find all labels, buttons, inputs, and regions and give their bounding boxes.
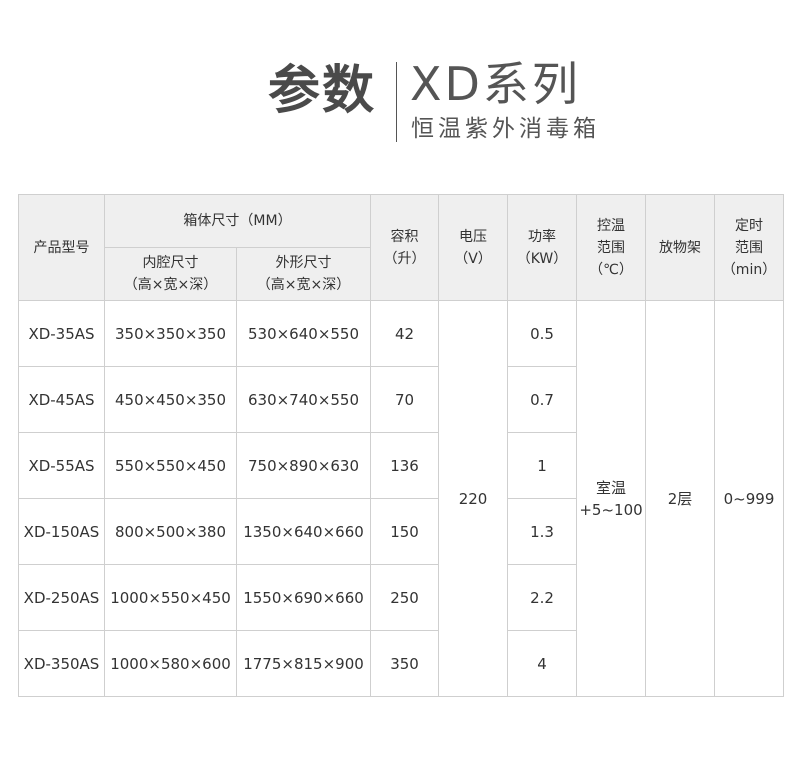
header-shelf: 放物架 xyxy=(645,194,716,301)
header-temp-line1: 控温 xyxy=(597,217,626,234)
cell-voltage: 220 xyxy=(438,300,509,697)
cell-model: XD-350AS xyxy=(18,630,105,697)
cell-inner: 550×550×450 xyxy=(104,432,237,499)
cell-inner: 1000×550×450 xyxy=(104,564,237,631)
header-temp-line2: 范围 xyxy=(597,239,626,256)
cell-model: XD-55AS xyxy=(18,432,105,499)
cell-model: XD-35AS xyxy=(18,300,105,367)
cell-outer: 1550×690×660 xyxy=(235,564,372,631)
title-divider xyxy=(396,62,397,142)
header-power: 功率 （KW） xyxy=(507,194,578,301)
header-timer-line2: 范围 xyxy=(735,239,764,256)
header-volume: 容积 （升） xyxy=(370,194,440,301)
cell-model: XD-250AS xyxy=(18,564,105,631)
header-inner-unit: （高×宽×深） xyxy=(123,277,218,293)
cell-inner: 350×350×350 xyxy=(104,300,237,367)
cell-power: 0.5 xyxy=(507,300,578,367)
header-temp-unit: （℃） xyxy=(589,261,633,278)
cell-timer: 0~999 xyxy=(714,300,785,697)
cell-inner: 1000×580×600 xyxy=(104,630,237,697)
cell-power: 4 xyxy=(507,630,578,697)
title-main: 参数 xyxy=(268,61,377,121)
header-outer-line: 外形尺寸 xyxy=(275,255,332,271)
cell-volume: 42 xyxy=(370,300,440,367)
header-power-unit: （KW） xyxy=(516,250,568,267)
title-subtitle: 恒温紫外消毒箱 xyxy=(411,116,600,142)
header-outer: 外形尺寸 （高×宽×深） xyxy=(235,247,372,301)
cell-volume: 250 xyxy=(370,564,440,631)
header-model: 产品型号 xyxy=(18,194,105,301)
header-timer-unit: （min） xyxy=(721,261,777,278)
cell-outer: 530×640×550 xyxy=(235,300,372,367)
table-row: XD-35AS 350×350×350 530×640×550 42 220 0… xyxy=(18,300,785,697)
cell-power: 1.3 xyxy=(507,498,578,565)
cell-temp-line1: 室温 xyxy=(596,478,627,497)
page-header: 参数 XD系列 恒温紫外消毒箱 xyxy=(0,0,800,170)
header-power-line: 功率 xyxy=(528,228,557,245)
cell-volume: 70 xyxy=(370,366,440,433)
cell-inner: 450×450×350 xyxy=(104,366,237,433)
cell-power: 1 xyxy=(507,432,578,499)
header-outer-unit: （高×宽×深） xyxy=(256,277,351,293)
title-series: XD系列 xyxy=(410,57,581,111)
cell-volume: 350 xyxy=(370,630,440,697)
cell-outer: 1775×815×900 xyxy=(235,630,372,697)
header-temp: 控温 范围 （℃） xyxy=(576,194,647,301)
header-volume-unit: （升） xyxy=(383,250,426,267)
header-inner: 内腔尺寸 （高×宽×深） xyxy=(104,247,237,301)
header-timer-line1: 定时 xyxy=(735,217,764,234)
cell-outer: 1350×640×660 xyxy=(235,498,372,565)
header-timer: 定时 范围 （min） xyxy=(714,194,785,301)
cell-inner: 800×500×380 xyxy=(104,498,237,565)
cell-volume: 136 xyxy=(370,432,440,499)
header-voltage-unit: （V） xyxy=(454,250,492,267)
cell-temp-line2: +5~100 xyxy=(579,500,643,519)
cell-outer: 750×890×630 xyxy=(235,432,372,499)
header-volume-line: 容积 xyxy=(390,228,419,245)
cell-power: 0.7 xyxy=(507,366,578,433)
cell-shelf: 2层 xyxy=(645,300,716,697)
cell-outer: 630×740×550 xyxy=(235,366,372,433)
header-voltage: 电压 （V） xyxy=(438,194,509,301)
spec-table: 产品型号 箱体尺寸（MM） 容积 （升） 电压 （V） 功率 （KW） 控温 范… xyxy=(18,194,785,697)
header-inner-line: 内腔尺寸 xyxy=(142,255,199,271)
cell-volume: 150 xyxy=(370,498,440,565)
cell-model: XD-45AS xyxy=(18,366,105,433)
header-voltage-line: 电压 xyxy=(459,228,488,245)
cell-model: XD-150AS xyxy=(18,498,105,565)
cell-temp: 室温 +5~100 xyxy=(576,300,647,697)
cell-power: 2.2 xyxy=(507,564,578,631)
header-box-size: 箱体尺寸（MM） xyxy=(103,194,372,248)
